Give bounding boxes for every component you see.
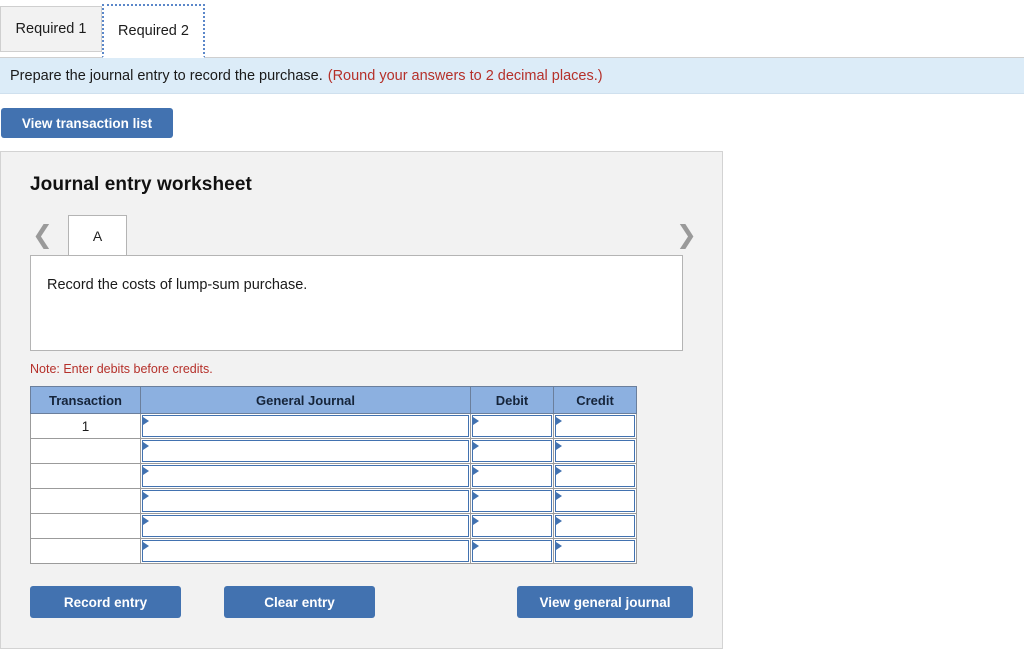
journal-entry-table: Transaction General Journal Debit Credit… bbox=[30, 386, 637, 564]
debit-input[interactable] bbox=[472, 415, 552, 437]
debit-cell bbox=[470, 413, 554, 439]
instruction-rounding-note: (Round your answers to 2 decimal places.… bbox=[327, 67, 603, 84]
debit-cell bbox=[470, 438, 554, 464]
general-journal-input[interactable] bbox=[142, 540, 469, 562]
credit-cell bbox=[553, 438, 637, 464]
credit-input[interactable] bbox=[555, 490, 635, 512]
general-journal-cell bbox=[140, 538, 471, 564]
table-row bbox=[30, 513, 637, 539]
column-header-credit: Credit bbox=[553, 386, 637, 414]
chevron-right-icon[interactable]: ❯ bbox=[676, 222, 697, 247]
debit-cell bbox=[470, 538, 554, 564]
credit-cell bbox=[553, 538, 637, 564]
general-journal-input[interactable] bbox=[142, 415, 469, 437]
transaction-number-cell bbox=[30, 488, 141, 514]
instruction-bar: Prepare the journal entry to record the … bbox=[0, 58, 1024, 94]
tab-required-2[interactable]: Required 2 bbox=[102, 4, 205, 58]
debit-input[interactable] bbox=[472, 515, 552, 537]
general-journal-input[interactable] bbox=[142, 490, 469, 512]
credit-input[interactable] bbox=[555, 440, 635, 462]
debit-input[interactable] bbox=[472, 465, 552, 487]
general-journal-cell bbox=[140, 413, 471, 439]
credit-input[interactable] bbox=[555, 540, 635, 562]
column-header-general-journal: General Journal bbox=[140, 386, 471, 414]
transaction-number-cell bbox=[30, 538, 141, 564]
debits-before-credits-note: Note: Enter debits before credits. bbox=[30, 362, 213, 376]
transaction-number-cell: 1 bbox=[30, 413, 141, 439]
worksheet-entry-tab-a-label: A bbox=[92, 227, 103, 244]
tab-required-1-label: Required 1 bbox=[15, 21, 87, 37]
column-header-debit: Debit bbox=[470, 386, 554, 414]
journal-entry-worksheet-panel: Journal entry worksheet ❮ A ❯ Record the… bbox=[0, 151, 723, 649]
table-row bbox=[30, 463, 637, 489]
credit-cell bbox=[553, 513, 637, 539]
requirement-tab-strip: Required 1 Required 2 bbox=[0, 0, 1024, 58]
column-header-transaction: Transaction bbox=[30, 386, 141, 414]
entry-description-text: Record the costs of lump-sum purchase. bbox=[47, 277, 308, 293]
record-entry-button[interactable]: Record entry bbox=[30, 586, 181, 618]
debit-cell bbox=[470, 463, 554, 489]
general-journal-input[interactable] bbox=[142, 465, 469, 487]
clear-entry-button[interactable]: Clear entry bbox=[224, 586, 375, 618]
worksheet-panel-wrapper: Journal entry worksheet ❮ A ❯ Record the… bbox=[0, 138, 1024, 649]
credit-input[interactable] bbox=[555, 415, 635, 437]
credit-input[interactable] bbox=[555, 465, 635, 487]
chevron-left-icon[interactable]: ❮ bbox=[32, 222, 53, 247]
worksheet-tab-row: ❮ A ❯ bbox=[1, 215, 722, 255]
transaction-number-cell bbox=[30, 463, 141, 489]
debit-cell bbox=[470, 513, 554, 539]
table-row bbox=[30, 538, 637, 564]
page-title: Journal entry worksheet bbox=[30, 174, 252, 195]
transaction-number-cell bbox=[30, 438, 141, 464]
table-header-row: Transaction General Journal Debit Credit bbox=[30, 386, 637, 414]
debit-input[interactable] bbox=[472, 540, 552, 562]
credit-cell bbox=[553, 488, 637, 514]
table-row: 1 bbox=[30, 413, 637, 439]
credit-input[interactable] bbox=[555, 515, 635, 537]
credit-cell bbox=[553, 413, 637, 439]
worksheet-action-buttons: Record entry Clear entry View general jo… bbox=[30, 586, 722, 618]
credit-cell bbox=[553, 463, 637, 489]
view-transaction-list-button[interactable]: View transaction list bbox=[1, 108, 173, 138]
debit-cell bbox=[470, 488, 554, 514]
transaction-number-cell bbox=[30, 513, 141, 539]
debit-input[interactable] bbox=[472, 490, 552, 512]
table-row bbox=[30, 438, 637, 464]
table-row bbox=[30, 488, 637, 514]
debit-input[interactable] bbox=[472, 440, 552, 462]
general-journal-input[interactable] bbox=[142, 515, 469, 537]
general-journal-cell bbox=[140, 513, 471, 539]
general-journal-input[interactable] bbox=[142, 440, 469, 462]
general-journal-cell bbox=[140, 438, 471, 464]
instruction-text: Prepare the journal entry to record the … bbox=[10, 67, 323, 84]
tab-required-2-label: Required 2 bbox=[118, 23, 189, 39]
view-general-journal-button[interactable]: View general journal bbox=[517, 586, 693, 618]
entry-description-box: Record the costs of lump-sum purchase. bbox=[30, 255, 683, 351]
general-journal-cell bbox=[140, 463, 471, 489]
worksheet-entry-tab-a[interactable]: A bbox=[68, 215, 127, 255]
general-journal-cell bbox=[140, 488, 471, 514]
tab-required-1[interactable]: Required 1 bbox=[0, 6, 102, 52]
